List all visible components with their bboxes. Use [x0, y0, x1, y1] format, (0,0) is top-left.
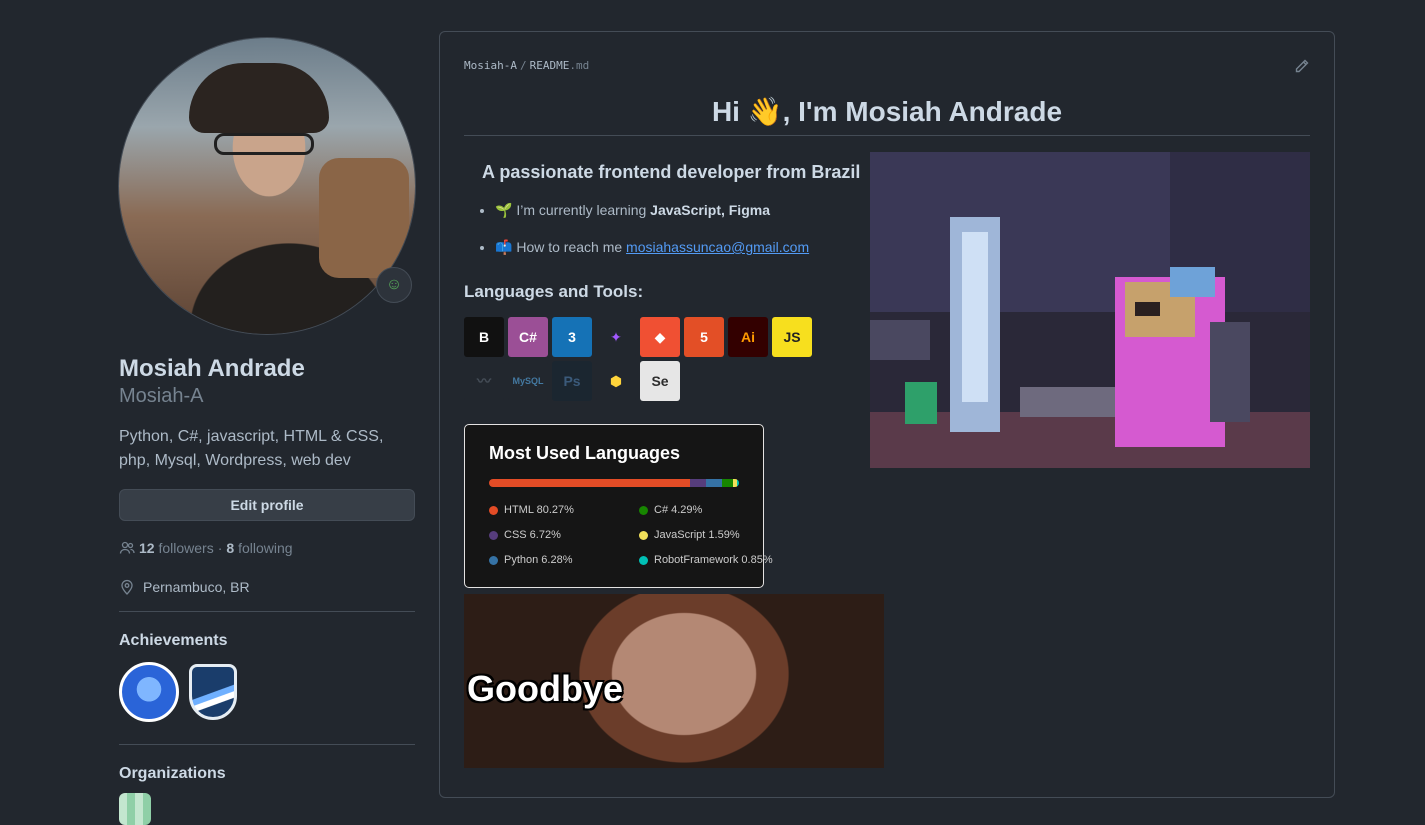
learning-text: I’m currently learning: [516, 202, 651, 218]
location: Pernambuco, BR: [119, 579, 415, 595]
language-label: HTML 80.27%: [504, 504, 574, 516]
edit-profile-button[interactable]: Edit profile: [119, 489, 415, 521]
breadcrumb-separator: /: [519, 59, 527, 72]
language-label: JavaScript 1.59%: [654, 529, 740, 541]
git-icon[interactable]: ◆: [640, 317, 680, 357]
follow-separator: ·: [217, 540, 223, 556]
edit-pencil-icon[interactable]: [1294, 58, 1310, 74]
language-bar-segment: [706, 479, 723, 487]
python-icon[interactable]: ⬢: [596, 361, 636, 401]
profile-bio: Python, C#, javascript, HTML & CSS, php,…: [119, 428, 384, 469]
language-legend-item: JavaScript 1.59%: [639, 529, 740, 541]
following-count: 8: [226, 540, 235, 556]
language-color-dot: [489, 505, 498, 515]
html5-icon[interactable]: 5: [684, 317, 724, 357]
mailbox-icon: 📫: [495, 239, 513, 255]
followers-label: followers: [158, 540, 214, 556]
follow-stats: 12 followers · 8 following: [119, 540, 415, 556]
list-item-learning: 🌱 I’m currently learning JavaScript, Fig…: [495, 192, 809, 229]
followers-link[interactable]: 12 followers: [139, 540, 214, 556]
language-bar-segment: [689, 479, 707, 487]
language-bar-segment: [736, 479, 739, 487]
breadcrumb: Mosiah-A / README.md: [464, 59, 589, 72]
achievements-title[interactable]: Achievements: [119, 632, 415, 650]
list-item-contact: 📫 How to reach me mosiahassuncao@gmail.c…: [495, 229, 809, 266]
achievement-badge-starstruck[interactable]: [189, 664, 237, 720]
language-legend-item: HTML 80.27%: [489, 504, 574, 516]
language-legend-item: RobotFramework 0.85%: [639, 554, 773, 566]
selenium-icon[interactable]: Se: [640, 361, 680, 401]
css3-icon[interactable]: 3: [552, 317, 592, 357]
avatar-chair: [319, 158, 409, 278]
achievement-badges: [119, 662, 415, 722]
profile-sidebar: ☺ Mosiah Andrade Mosiah-A Python, C#, ja…: [119, 38, 415, 825]
profile-name: Mosiah Andrade: [119, 355, 305, 382]
heading-rule: [464, 135, 1310, 136]
readme-heading: Hi 👋, I'm Mosiah Andrade: [711, 96, 1063, 127]
avatar-glasses: [214, 133, 314, 155]
language-legend-item: Python 6.28%: [489, 554, 573, 566]
language-legend-item: CSS 6.72%: [489, 529, 561, 541]
language-color-dot: [639, 530, 648, 540]
profile-login: Mosiah-A: [119, 385, 204, 407]
tools-title: Languages and Tools:: [464, 282, 644, 301]
organization-avatar[interactable]: [119, 793, 151, 825]
avatar[interactable]: [119, 38, 415, 334]
tools-icons: B C# 3 ✦ ◆ 5 Ai JS 〰 MySQL Ps ⬢ Se: [464, 317, 824, 401]
people-icon: [119, 541, 135, 554]
javascript-icon[interactable]: JS: [772, 317, 812, 357]
language-color-dot: [639, 505, 648, 515]
readme-list: 🌱 I’m currently learning JavaScript, Fig…: [475, 192, 809, 266]
language-color-dot: [489, 530, 498, 540]
readme-card: Mosiah-A / README.md Hi 👋, I'm Mosiah Andr…: [439, 31, 1335, 798]
smiley-icon: ☺: [385, 276, 403, 293]
followers-count: 12: [139, 540, 155, 556]
readme-subheading: A passionate frontend developer from Bra…: [482, 162, 861, 182]
goodbye-gif[interactable]: Goodbye: [464, 594, 884, 768]
illustrator-icon[interactable]: Ai: [728, 317, 768, 357]
email-link[interactable]: mosiahassuncao@gmail.com: [626, 239, 809, 255]
language-label: RobotFramework 0.85%: [654, 554, 773, 566]
pixel-art-gif[interactable]: [870, 152, 1310, 468]
mariadb-icon[interactable]: 〰: [464, 361, 504, 401]
stats-title: Most Used Languages: [489, 443, 681, 463]
breadcrumb-user[interactable]: Mosiah-A: [464, 59, 517, 72]
divider: [119, 744, 415, 745]
achievement-badge-shark[interactable]: [119, 662, 179, 722]
contact-text: How to reach me: [516, 239, 627, 255]
language-legend-item: C# 4.29%: [639, 504, 702, 516]
breadcrumb-file[interactable]: README: [530, 59, 570, 72]
csharp-icon[interactable]: C#: [508, 317, 548, 357]
language-label: CSS 6.72%: [504, 529, 561, 541]
divider: [119, 611, 415, 612]
pixel-art-scene: [870, 152, 1310, 468]
goodbye-caption: Goodbye: [467, 668, 624, 709]
language-color-dot: [489, 555, 498, 565]
avatar-hair: [189, 63, 329, 133]
language-color-dot: [639, 555, 648, 565]
bootstrap-icon[interactable]: B: [464, 317, 504, 357]
languages-progress-bar: [489, 479, 739, 487]
location-pin-icon: [121, 579, 133, 595]
organizations-title: Organizations: [119, 765, 226, 782]
breadcrumb-ext: .md: [569, 59, 590, 72]
language-label: C# 4.29%: [654, 504, 703, 516]
seedling-icon: 🌱: [495, 202, 513, 218]
figma-icon[interactable]: ✦: [596, 317, 636, 357]
language-bar-segment: [722, 479, 733, 487]
following-label: following: [238, 540, 293, 556]
location-text: Pernambuco, BR: [143, 579, 250, 595]
avatar-container: ☺: [119, 38, 415, 334]
learning-topics: JavaScript, Figma: [650, 202, 770, 218]
mysql-icon[interactable]: MySQL: [508, 361, 548, 401]
most-used-languages-card[interactable]: Most Used Languages HTML 80.27% CSS 6.72%…: [464, 424, 773, 588]
following-link[interactable]: 8 following: [226, 540, 292, 556]
language-bar-segment: [489, 479, 690, 487]
photoshop-icon[interactable]: Ps: [552, 361, 592, 401]
language-label: Python 6.28%: [504, 554, 573, 566]
set-status-button[interactable]: ☺: [376, 267, 412, 303]
